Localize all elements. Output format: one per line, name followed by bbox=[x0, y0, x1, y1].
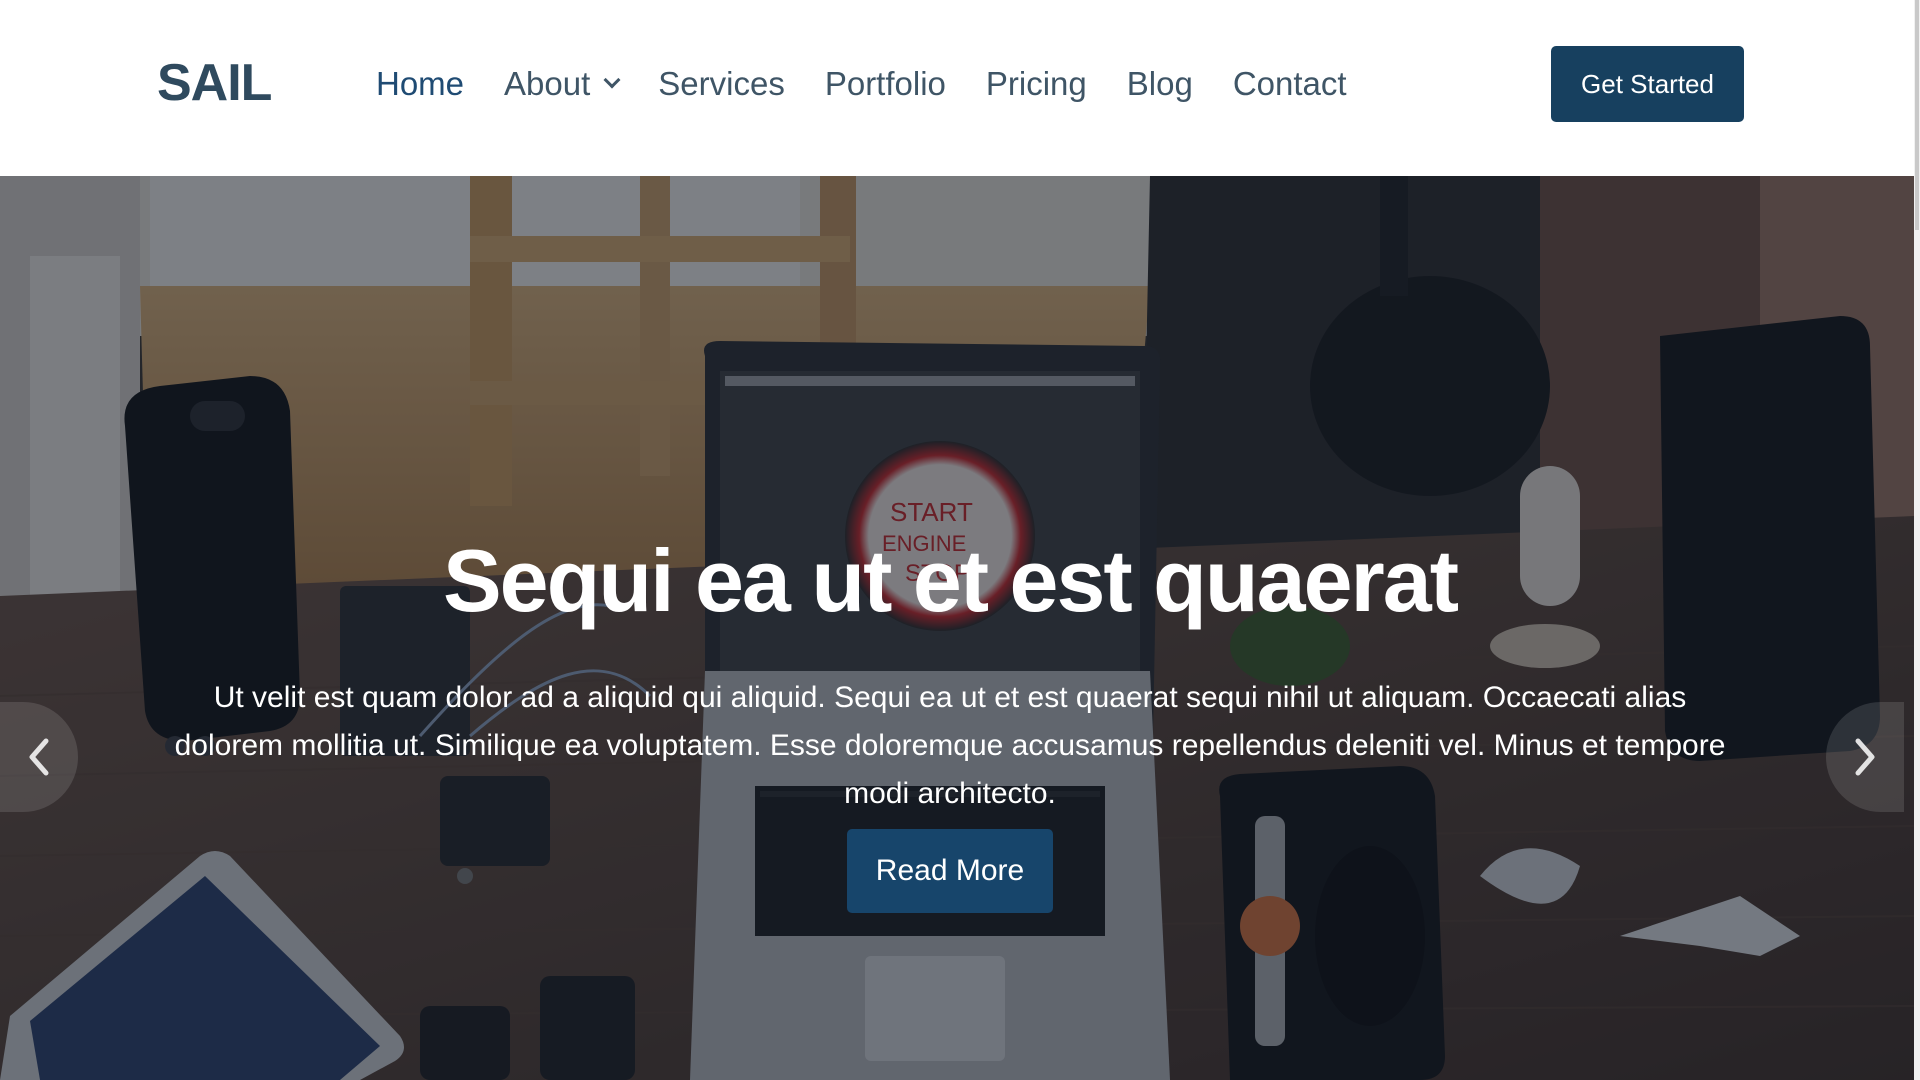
page-scrollbar-thumb[interactable] bbox=[1915, 0, 1919, 230]
site-header: SAIL Home About Services Portfolio Prici… bbox=[0, 0, 1914, 176]
hero-carousel: START ENGINE STOP Sequi ea ut et est qua… bbox=[0, 176, 1914, 1080]
nav-item-pricing[interactable]: Pricing bbox=[986, 65, 1087, 103]
hero-description: Ut velit est quam dolor ad a aliquid qui… bbox=[174, 681, 1726, 810]
nav-item-label: Blog bbox=[1126, 65, 1193, 102]
chevron-left-icon bbox=[29, 738, 49, 776]
get-started-button[interactable]: Get Started bbox=[1551, 46, 1744, 122]
chevron-down-icon bbox=[603, 71, 621, 89]
nav-item-portfolio[interactable]: Portfolio bbox=[825, 65, 946, 103]
nav-item-contact[interactable]: Contact bbox=[1233, 65, 1347, 103]
site-logo[interactable]: SAIL bbox=[157, 52, 272, 114]
read-more-button[interactable]: Read More bbox=[847, 829, 1053, 913]
nav-item-about[interactable]: About bbox=[504, 65, 621, 103]
nav-item-label: Portfolio bbox=[824, 65, 946, 102]
nav-item-home[interactable]: Home bbox=[376, 65, 464, 103]
nav-item-services[interactable]: Services bbox=[658, 65, 785, 103]
nav-item-label: Home bbox=[376, 65, 465, 102]
hero-title: Sequi ea ut et est quaerat bbox=[442, 531, 1459, 630]
page-scrollbar[interactable] bbox=[1914, 0, 1920, 1080]
chevron-right-icon bbox=[1855, 738, 1875, 776]
nav-item-label: Contact bbox=[1232, 65, 1347, 102]
main-nav: Home About Services Portfolio Pricing Bl… bbox=[376, 60, 1387, 108]
nav-item-label: About bbox=[504, 65, 591, 102]
nav-item-blog[interactable]: Blog bbox=[1127, 65, 1193, 103]
nav-item-label: Services bbox=[658, 65, 785, 102]
nav-item-label: Pricing bbox=[985, 65, 1087, 102]
